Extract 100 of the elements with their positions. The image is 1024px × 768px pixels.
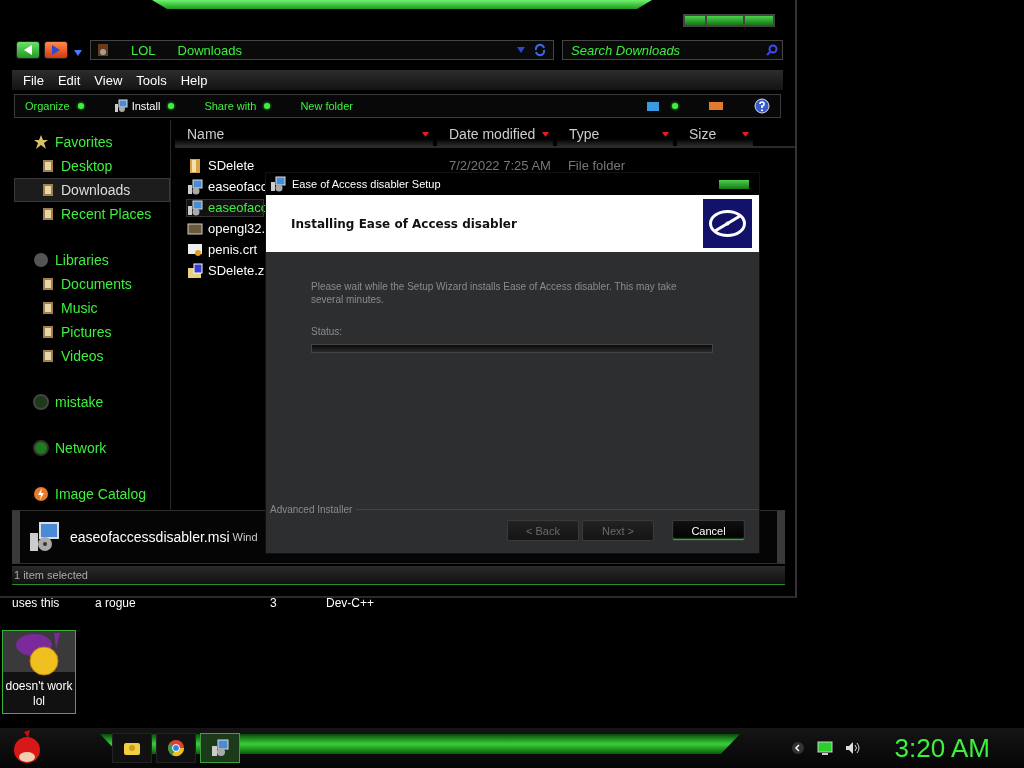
dropdown-dot-icon: [77, 103, 84, 109]
folder-icon: [187, 157, 203, 174]
view-icon: [646, 100, 660, 112]
desktop-text: 3: [270, 596, 277, 610]
search-field[interactable]: Search Downloads: [562, 40, 783, 60]
catalog-icon: [33, 486, 49, 502]
desktop-shortcut[interactable]: doesn't work lol: [2, 630, 76, 714]
file-name[interactable]: SDelete.z: [208, 263, 265, 278]
certificate-icon: [187, 241, 203, 258]
file-name[interactable]: penis.crt: [208, 242, 258, 257]
date-cell: 7/2/2022 7:25 AM: [449, 158, 551, 173]
help-icon: [754, 98, 770, 114]
nav-group[interactable]: Image Catalog: [55, 486, 147, 502]
back-button[interactable]: [16, 41, 40, 59]
caret-icon: [74, 50, 82, 56]
file-name[interactable]: easeofacc: [208, 179, 268, 194]
monitor-icon: [816, 741, 833, 755]
library-item-icon: [41, 325, 55, 339]
library-icon: [33, 252, 49, 268]
preview-pane-icon: [708, 101, 724, 111]
breadcrumb-item[interactable]: Downloads: [177, 42, 242, 58]
forward-button[interactable]: [44, 41, 68, 59]
sort-arrow-icon: [422, 131, 429, 137]
file-name[interactable]: SDelete: [208, 158, 255, 173]
nav-item[interactable]: Desktop: [14, 154, 170, 178]
dialog-button[interactable]: Cancel: [672, 520, 745, 541]
downloads-folder-icon: [97, 43, 109, 57]
menu-item[interactable]: Tools: [129, 72, 174, 88]
close-button[interactable]: [719, 179, 749, 189]
maximize-button[interactable]: [707, 16, 743, 25]
installer-icon: [187, 178, 203, 195]
installer-icon: [187, 199, 203, 216]
library-item-icon: [41, 183, 55, 197]
archive-icon: [187, 262, 203, 279]
browser-icon: [167, 739, 185, 757]
minimize-button[interactable]: [685, 16, 705, 25]
install-button[interactable]: Install: [131, 100, 161, 112]
file-name[interactable]: opengl32.: [208, 221, 266, 236]
menu-item[interactable]: File: [16, 72, 51, 88]
status-bar: 1 item selected: [12, 566, 785, 585]
dropdown-dot-icon: [168, 103, 175, 109]
nav-item[interactable]: Recent Places: [14, 202, 170, 226]
sort-arrow-icon: [662, 131, 669, 137]
forward-arrow-icon: [50, 44, 62, 56]
file-type: Wind: [232, 531, 258, 543]
brand-label: Advanced Installer: [270, 504, 353, 515]
progress-message: Please wait while the Setup Wizard installs Ease of Access disabler. This may take several minutes.: [311, 280, 678, 306]
file-icon: [187, 220, 203, 237]
taskbar-button[interactable]: [156, 733, 196, 763]
caret-icon: [517, 47, 525, 53]
shortcut-label: doesn't work lol: [4, 679, 74, 709]
status-label: Status:: [311, 326, 344, 337]
star-icon: [33, 134, 49, 150]
nav-group[interactable]: Network: [55, 440, 107, 456]
refresh-icon: [533, 43, 547, 57]
type-cell: File folder: [567, 158, 625, 173]
dropdown-dot-icon: [672, 103, 678, 109]
address-bar[interactable]: LOL Downloads: [90, 40, 554, 60]
installer-icon: [270, 176, 286, 192]
nav-item[interactable]: Documents: [14, 272, 170, 296]
sort-arrow-icon: [742, 131, 749, 137]
installer-icon: [211, 739, 229, 757]
command-button[interactable]: Share with: [204, 100, 257, 112]
desktop-text: a rogue: [95, 596, 136, 610]
installer-icon: [113, 99, 128, 113]
nav-item[interactable]: Music: [14, 296, 170, 320]
menu-item[interactable]: Edit: [50, 72, 88, 88]
search-icon: [766, 44, 778, 56]
file-name[interactable]: easeofacc: [208, 200, 268, 215]
taskbar-button[interactable]: [112, 733, 152, 763]
speaker-icon: [844, 741, 861, 755]
nav-group[interactable]: Libraries: [55, 252, 109, 268]
sort-arrow-icon: [542, 131, 549, 137]
command-button[interactable]: Organize: [25, 100, 70, 112]
nav-group[interactable]: Favorites: [55, 134, 113, 150]
back-arrow-icon: [22, 44, 34, 56]
chevron-icon: [790, 741, 805, 755]
nav-item[interactable]: Downloads: [14, 178, 170, 202]
dropdown-dot-icon: [264, 103, 271, 109]
clock: 3:20 AM: [894, 732, 990, 764]
dialog-heading: Installing Ease of Access disabler: [291, 216, 517, 231]
menu-item[interactable]: View: [87, 72, 130, 88]
menu-item[interactable]: Help: [173, 72, 215, 88]
breadcrumb-item[interactable]: LOL: [131, 42, 156, 58]
command-button[interactable]: New folder: [300, 100, 353, 112]
library-item-icon: [41, 301, 55, 315]
nav-item[interactable]: Pictures: [14, 320, 170, 344]
library-item-icon: [41, 207, 55, 221]
desktop-text: uses this: [12, 596, 60, 610]
installer-icon: [28, 521, 60, 553]
nav-item[interactable]: Videos: [14, 344, 170, 368]
homegroup-icon: [33, 394, 49, 410]
library-item-icon: [41, 349, 55, 363]
file-name: easeofaccessdisabler.msi: [70, 529, 230, 545]
folder-icon: [123, 740, 141, 756]
network-icon: [33, 440, 49, 456]
desktop-text: Dev-C++: [326, 596, 375, 610]
nav-group[interactable]: mistake: [55, 394, 104, 410]
taskbar-button[interactable]: [200, 733, 240, 763]
library-item-icon: [41, 277, 55, 291]
